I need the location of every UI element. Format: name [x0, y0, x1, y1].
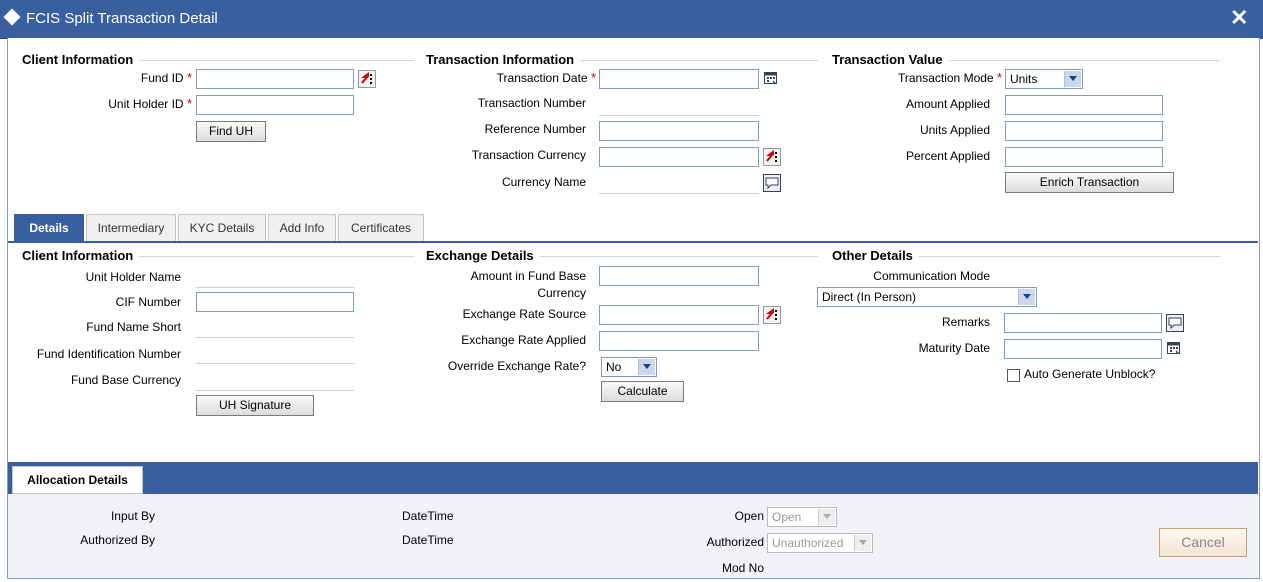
mod-no-label: Mod No [721, 561, 764, 575]
calculate-button[interactable]: Calculate [601, 381, 684, 402]
unit-holder-id-label: Unit Holder ID * [108, 96, 192, 111]
transaction-mode-select[interactable]: Units [1005, 69, 1083, 89]
fund-identification-number-value [196, 362, 354, 364]
amount-applied-input[interactable] [1005, 95, 1163, 115]
override-exchange-rate-select[interactable]: No [601, 357, 657, 377]
authorized-label: Authorized [706, 535, 764, 549]
close-icon[interactable]: ✕ [1230, 5, 1248, 31]
chevron-down-icon [1018, 289, 1035, 305]
details-client-information-header: Client Information [22, 248, 414, 264]
transaction-value-header: Transaction Value [832, 52, 1220, 68]
transaction-information-header: Transaction Information [426, 52, 818, 68]
fund-id-label: Fund ID * [140, 70, 192, 85]
auto-generate-unblock-checkbox[interactable] [1007, 369, 1020, 382]
exchange-details-header: Exchange Details [426, 248, 818, 264]
tab-certificates[interactable]: Certificates [338, 214, 424, 242]
tab-allocation-details[interactable]: Allocation Details [12, 466, 143, 494]
audit-footer [8, 494, 1258, 578]
open-select: Open [767, 507, 837, 527]
unit-holder-name-label: Unit Holder Name [85, 270, 181, 284]
communication-mode-select[interactable]: Direct (In Person) [817, 287, 1037, 307]
cancel-button[interactable]: Cancel [1159, 528, 1247, 557]
diamond-icon [3, 8, 21, 26]
comment-icon[interactable] [763, 174, 781, 192]
unit-holder-id-input[interactable] [196, 95, 354, 115]
amount-applied-label: Amount Applied [905, 97, 990, 111]
transaction-currency-label: Transaction Currency [471, 148, 586, 162]
tab-underline [8, 241, 1258, 243]
exchange-rate-source-label: Exchange Rate Source [462, 307, 586, 321]
tab-kyc-details[interactable]: KYC Details [178, 214, 266, 242]
input-by-label: Input By [110, 509, 155, 523]
remarks-label: Remarks [941, 315, 990, 329]
transaction-date-label: Transaction Date * [496, 70, 596, 85]
fund-id-input[interactable] [196, 69, 354, 89]
maturity-date-label: Maturity Date [918, 341, 990, 355]
client-information-header: Client Information [22, 52, 414, 68]
exchange-rate-source-lov-icon[interactable] [763, 306, 781, 324]
reference-number-input[interactable] [599, 121, 759, 141]
percent-applied-label: Percent Applied [905, 149, 990, 163]
chevron-down-icon [638, 359, 655, 375]
window-title: FCIS Split Transaction Detail [26, 10, 218, 27]
fund-id-lov-icon[interactable] [358, 70, 376, 88]
percent-applied-input[interactable] [1005, 147, 1163, 167]
amount-in-fund-base-label-currency: Currency [537, 286, 586, 300]
maturity-date-input[interactable] [1004, 339, 1162, 359]
authorized-by-label: Authorized By [80, 533, 155, 547]
currency-name-value [599, 192, 759, 194]
chevron-down-icon [854, 535, 871, 551]
authorized-select: Unauthorized [767, 533, 873, 553]
transaction-currency-input[interactable] [599, 147, 759, 167]
units-applied-input[interactable] [1005, 121, 1163, 141]
currency-name-label: Currency Name [501, 175, 586, 189]
exchange-rate-source-input[interactable] [599, 305, 759, 325]
other-details-header: Other Details [832, 248, 1220, 264]
transaction-number-value [599, 114, 759, 116]
calendar-icon[interactable] [1166, 340, 1184, 358]
allocation-bar [8, 462, 1258, 494]
find-uh-button[interactable]: Find UH [196, 121, 266, 142]
exchange-rate-applied-input[interactable] [599, 331, 759, 351]
amount-in-fund-base-label: Amount in Fund Base [470, 269, 586, 283]
transaction-mode-label: Transaction Mode * [897, 70, 1002, 85]
tab-intermediary[interactable]: Intermediary [86, 214, 176, 242]
communication-mode-label: Communication Mode [873, 269, 990, 283]
open-label: Open [734, 509, 764, 523]
fund-name-short-value [196, 336, 354, 338]
override-exchange-rate-label: Override Exchange Rate? [447, 359, 586, 373]
reference-number-label: Reference Number [484, 122, 586, 136]
cif-number-input[interactable] [196, 292, 354, 312]
fund-identification-number-label: Fund Identification Number [36, 347, 181, 361]
cif-number-label: CIF Number [115, 295, 181, 309]
title-bar: FCIS Split Transaction Detail ✕ [0, 0, 1263, 39]
fund-name-short-label: Fund Name Short [86, 320, 181, 334]
transaction-date-input[interactable] [599, 69, 759, 89]
uh-signature-button[interactable]: UH Signature [196, 395, 314, 416]
chevron-down-icon [818, 509, 835, 525]
tab-add-info[interactable]: Add Info [268, 214, 336, 242]
calendar-icon[interactable] [763, 70, 781, 88]
units-applied-label: Units Applied [919, 123, 990, 137]
comment-icon[interactable] [1166, 314, 1184, 332]
datetime-label: DateTime [402, 509, 454, 523]
exchange-rate-applied-label: Exchange Rate Applied [461, 333, 586, 347]
tab-details[interactable]: Details [14, 214, 84, 242]
remarks-input[interactable] [1004, 313, 1162, 333]
fund-base-currency-label: Fund Base Currency [70, 373, 181, 387]
chevron-down-icon [1064, 71, 1081, 87]
enrich-transaction-button[interactable]: Enrich Transaction [1005, 172, 1174, 193]
transaction-currency-lov-icon[interactable] [763, 148, 781, 166]
unit-holder-name-value [196, 286, 354, 288]
transaction-number-label: Transaction Number [477, 96, 586, 110]
fund-base-currency-value [196, 389, 354, 391]
amount-in-fund-base-input[interactable] [599, 266, 759, 286]
datetime-label: DateTime [402, 533, 454, 547]
auto-generate-unblock-label: Auto Generate Unblock? [1024, 367, 1156, 381]
